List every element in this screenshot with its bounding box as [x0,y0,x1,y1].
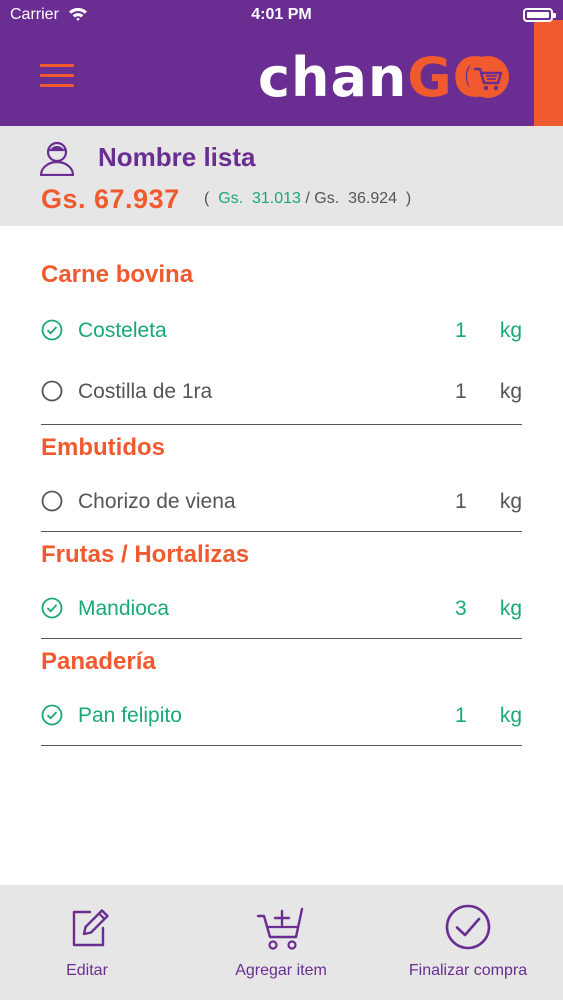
add-item-button[interactable]: Agregar item [232,903,330,980]
hamburger-line [40,74,74,77]
status-bar: Carrier 4:01 PM [0,0,563,30]
item-name: Costilla de 1ra [78,380,213,403]
item-quantity: 1 [455,319,467,342]
item-name: Pan felipito [78,704,182,727]
category-header: Embutidos [41,425,522,475]
hamburger-line [40,64,74,67]
category-title: Panadería [41,648,156,675]
remaining-total: Gs. 36.924 [314,190,398,207]
list-item[interactable]: Costilla de 1ra 1 kg [41,362,522,423]
edit-button[interactable]: Editar [62,903,112,980]
checked-total: Gs. 31.013 [218,190,301,207]
category-header: Carne bovina [41,226,522,304]
clock: 4:01 PM [251,6,312,23]
logo-text: chan [258,45,408,109]
finish-purchase-button[interactable]: Finalizar compra [405,903,531,980]
edit-label: Editar [66,962,108,979]
checked-circle-icon[interactable] [41,319,63,341]
list-total: Gs. 67.937 [41,184,180,214]
unchecked-circle-icon[interactable] [41,490,63,512]
subtotals: ( Gs. 31.013 / Gs. 36.924 ) [204,190,411,208]
checked-circle-icon[interactable] [41,597,63,619]
item-unit: kg [499,490,522,513]
item-name: Mandioca [78,597,170,620]
item-name: Chorizo de viena [78,490,236,513]
category-title: Frutas / Hortalizas [41,541,250,568]
checked-circle-icon[interactable] [41,704,63,726]
category-title: Carne bovina [41,261,194,288]
menu-button[interactable] [40,64,74,90]
item-unit: kg [499,380,522,403]
bottom-toolbar: Editar Agregar item Finalizar compra [0,885,563,1000]
list-item[interactable]: Mandioca 3 kg [41,579,522,637]
close-paren: ) [405,190,412,207]
item-unit: kg [499,704,522,727]
list-item[interactable]: Chorizo de viena 1 kg [41,472,522,530]
add-item-label: Agregar item [235,962,327,979]
category-header: Frutas / Hortalizas [41,532,522,582]
logo-cart-icon [467,56,509,98]
app-header: Carrier 4:01 PM chan GO [0,0,563,126]
hamburger-line [40,84,74,87]
chango-logo: chan GO [258,44,500,110]
item-quantity: 1 [455,704,467,727]
shopping-list: Carne bovina Costeleta 1 kg Costilla de … [41,226,522,746]
edit-icon [72,909,109,947]
item-quantity: 1 [455,490,467,513]
category-header: Panadería [41,639,522,689]
list-item[interactable]: Costeleta 1 kg [41,301,522,362]
open-paren: ( [204,190,210,207]
unchecked-circle-icon[interactable] [41,380,63,402]
finish-purchase-label: Finalizar compra [408,962,528,979]
list-item[interactable]: Pan felipito 1 kg [41,686,522,744]
check-circle-icon [445,904,491,950]
header-accent-strip [534,20,563,126]
battery-icon [523,8,556,22]
subtotal-separator: / [305,190,310,207]
item-quantity: 3 [455,597,467,620]
item-quantity: 1 [455,380,467,403]
category-title: Embutidos [41,434,165,461]
category-divider [41,745,522,746]
item-unit: kg [499,597,522,620]
add-to-cart-icon [256,907,304,950]
item-name: Costeleta [78,319,167,342]
user-icon [39,141,75,176]
item-unit: kg [499,319,522,342]
list-name[interactable]: Nombre lista [98,142,256,173]
list-summary: Nombre lista Gs. 67.937 ( Gs. 31.013 / G… [0,126,563,226]
